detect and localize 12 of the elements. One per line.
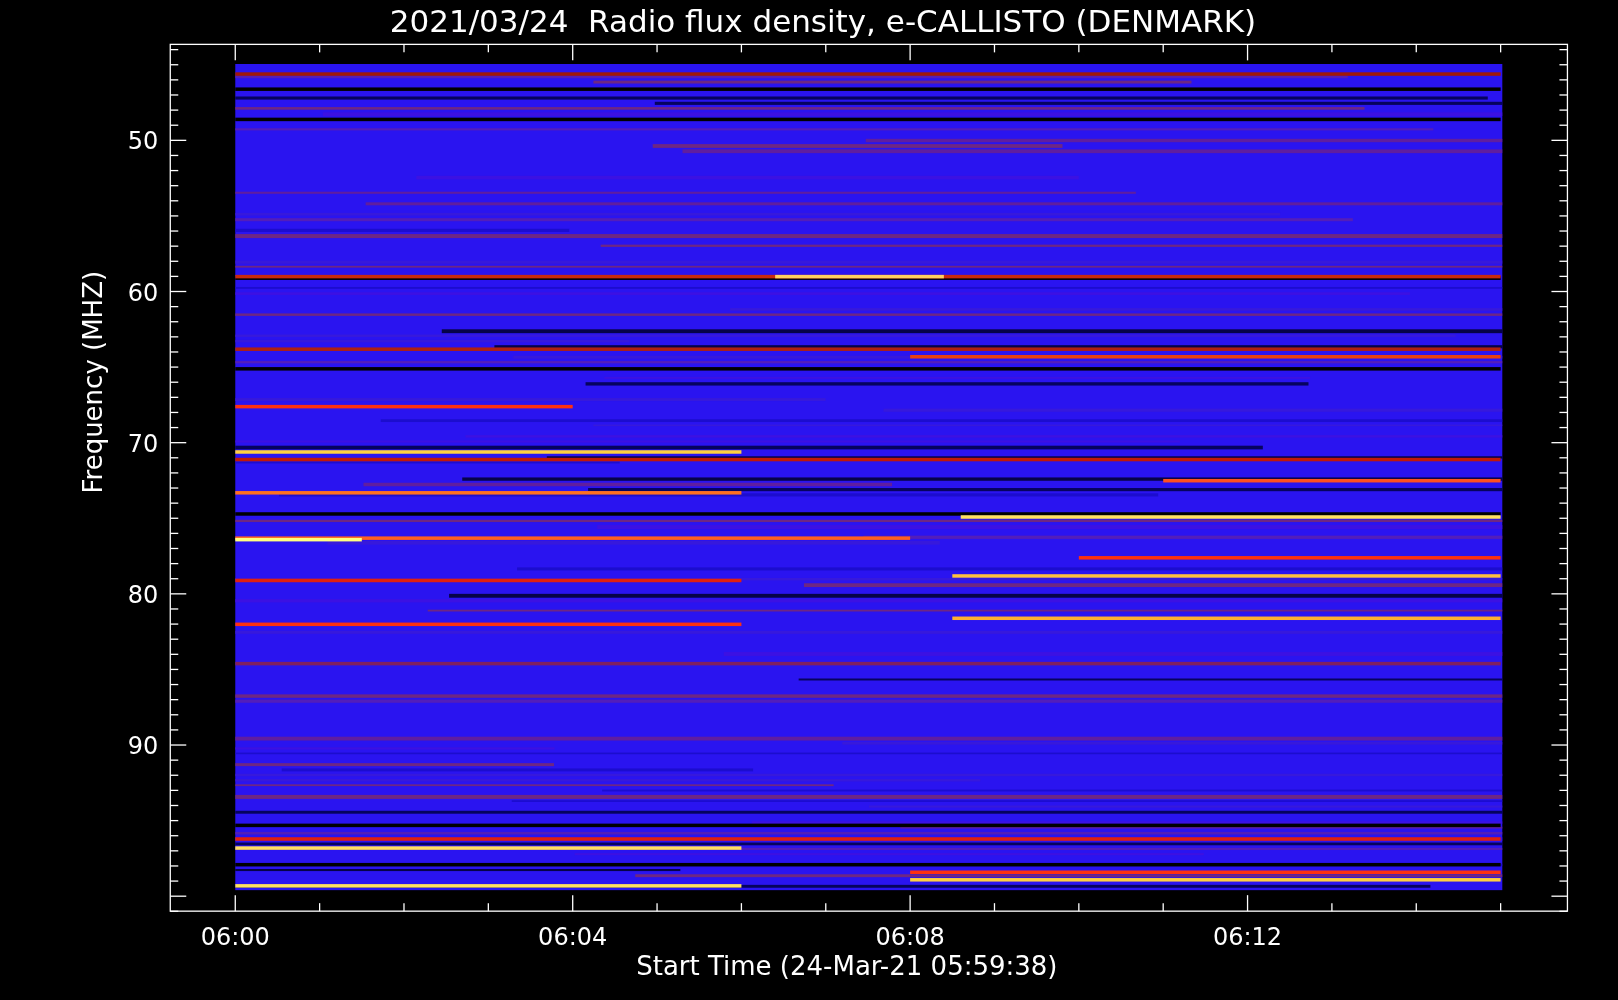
y-tick-label: 70 [127,429,159,458]
y-tick-label: 80 [127,580,159,609]
y-axis-label: Frequency (MHZ) [78,270,108,494]
x-tick-label: 06:00 [200,923,270,952]
x-axis-label: Start Time (24-Mar-21 05:59:38) [636,951,1058,982]
x-tick-label: 06:08 [875,923,945,952]
x-tick-label: 06:04 [538,923,608,952]
chart-title: 2021/03/24 Radio flux density, e-CALLISTO (DENMARK) [389,3,1257,39]
x-tick-label: 06:12 [1212,923,1283,952]
y-tick-label: 60 [127,278,159,307]
y-tick-label: 50 [127,127,159,156]
y-tick-label: 90 [127,732,159,760]
